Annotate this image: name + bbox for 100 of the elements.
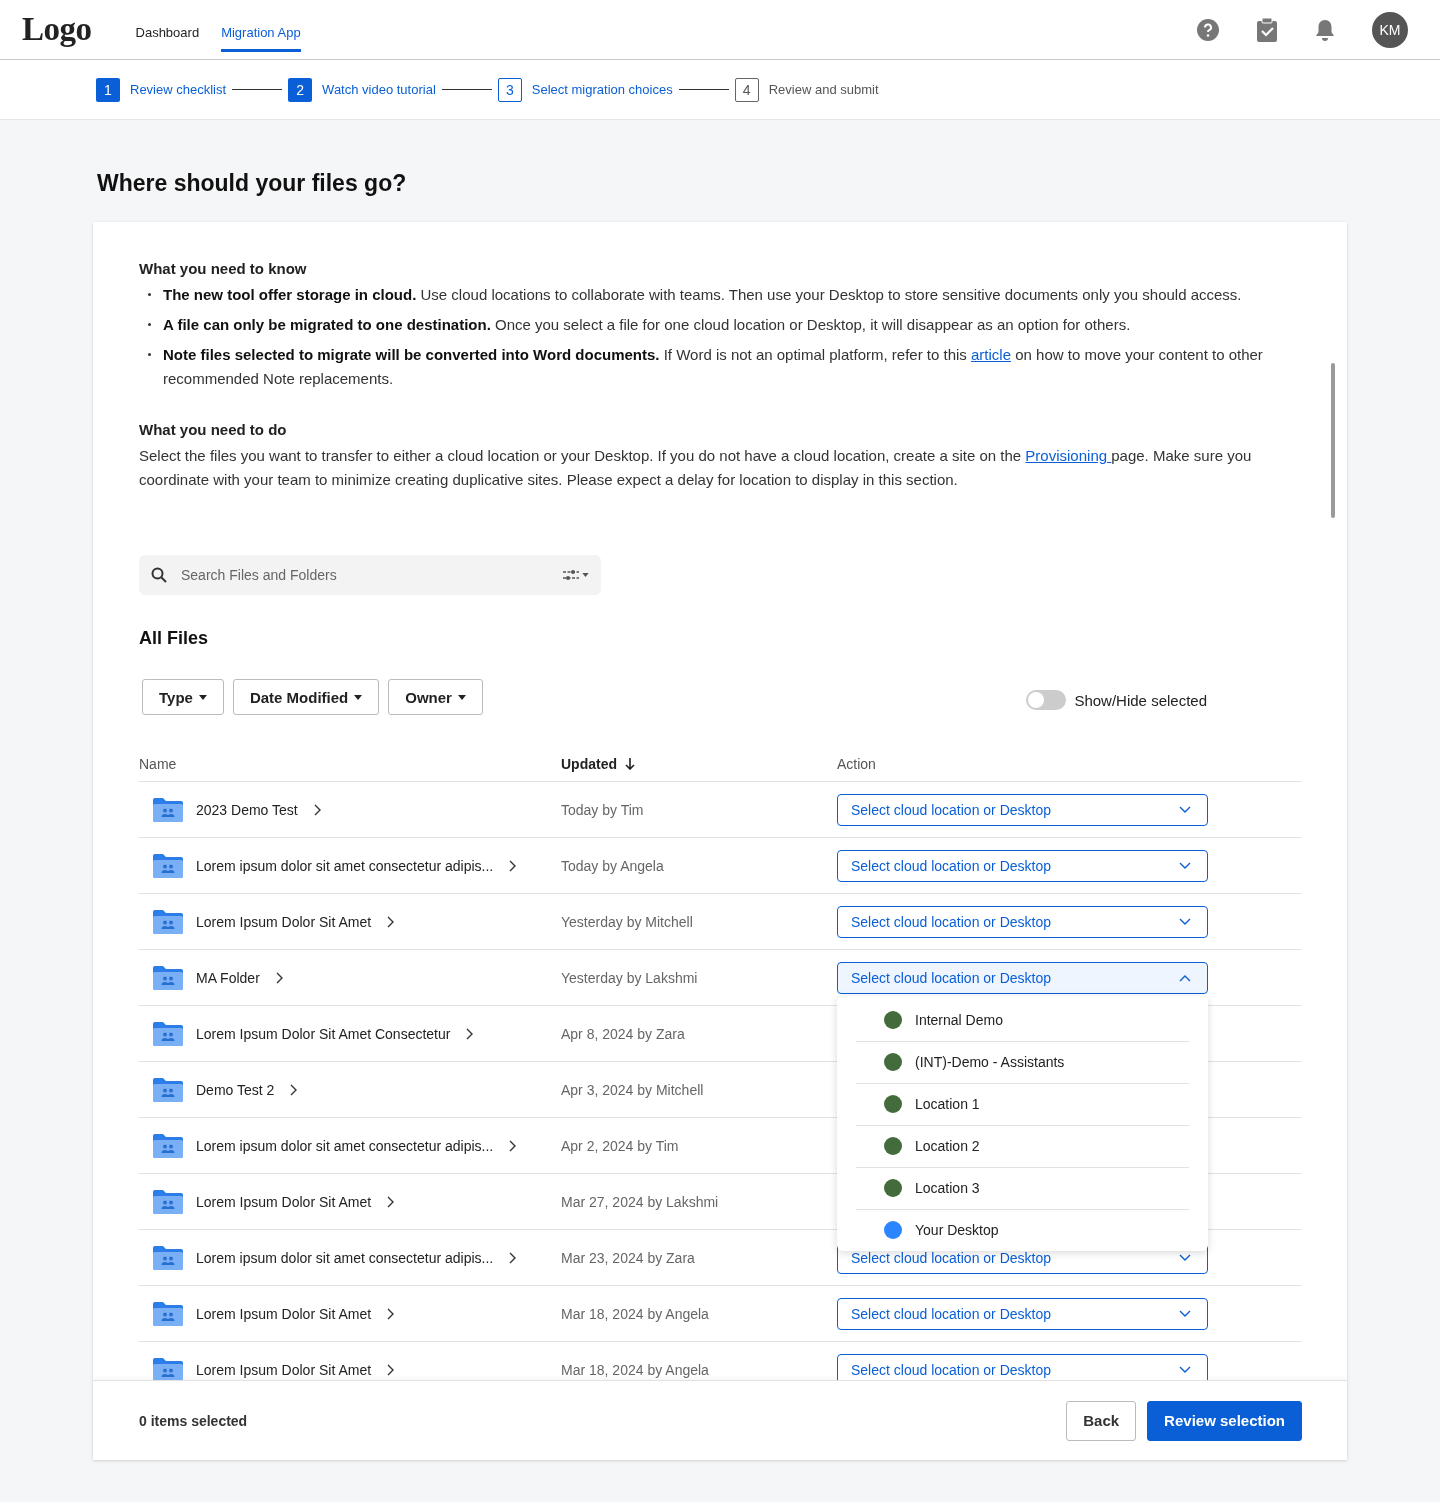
shared-folder-icon xyxy=(153,1357,183,1380)
chevron-right-icon[interactable] xyxy=(275,971,283,984)
step-number: 1 xyxy=(96,77,120,102)
location-option[interactable]: Location 3 xyxy=(856,1167,1189,1210)
folder-name[interactable]: Lorem Ipsum Dolor Sit Amet xyxy=(196,1305,372,1322)
shared-folder-icon xyxy=(153,797,183,822)
column-header: Name xyxy=(139,755,178,772)
updated-text: Yesterday by Lakshmi xyxy=(561,969,699,986)
section-title: All Files xyxy=(139,628,210,649)
location-dropdown[interactable]: Select cloud location or Desktop xyxy=(837,793,1208,826)
bullet-text: A file can only be migrated to one destination. Once you select a file for one cloud location or Desktop, it will disappear as an option for others. xyxy=(139,313,1301,337)
folder-name[interactable]: Lorem ipsum dolor sit amet consectetur adipis... xyxy=(196,1249,494,1266)
back-button[interactable]: Back xyxy=(1066,1400,1137,1441)
step-label[interactable]: Watch video tutorial xyxy=(322,82,436,97)
folder-name[interactable]: 2023 Demo Test xyxy=(196,801,298,818)
search-field[interactable]: Search Files and Folders xyxy=(139,555,601,595)
search-icon xyxy=(151,567,167,583)
location-dropdown[interactable]: Select cloud location or Desktop xyxy=(837,1297,1208,1330)
updated-text: Mar 18, 2024 by Angela xyxy=(561,1305,710,1322)
inline-link[interactable]: article xyxy=(971,346,1011,363)
logo[interactable]: Logo xyxy=(22,11,92,48)
section-heading: What you need to know xyxy=(139,260,308,277)
location-dropdown[interactable]: Select cloud location or Desktop xyxy=(837,849,1208,882)
location-option[interactable]: Location 2 xyxy=(856,1125,1189,1168)
step-label[interactable]: Review checklist xyxy=(130,82,227,97)
caret-icon xyxy=(198,694,207,700)
chevron-right-icon[interactable] xyxy=(387,915,395,928)
location-option[interactable]: Internal Demo xyxy=(856,999,1189,1042)
chevron-down-icon xyxy=(1179,917,1191,926)
folder-name[interactable]: Lorem Ipsum Dolor Sit Amet Consectetur xyxy=(196,1025,451,1042)
chevron-down-icon xyxy=(1179,805,1191,814)
chevron-right-icon[interactable] xyxy=(290,1083,298,1096)
shared-folder-icon xyxy=(153,1301,183,1326)
column-header[interactable]: Updated xyxy=(561,755,837,772)
folder-name[interactable]: Lorem Ipsum Dolor Sit Amet xyxy=(196,1193,372,1210)
caret-icon xyxy=(354,694,363,700)
search-input[interactable]: Search Files and Folders xyxy=(179,566,551,584)
nav-tab[interactable]: Dashboard xyxy=(135,17,200,52)
toggle-label: Show/Hide selected xyxy=(1074,691,1207,709)
user-avatar[interactable]: KM xyxy=(1372,11,1408,48)
updated-text: Apr 8, 2024 by Zara xyxy=(561,1025,686,1042)
step-label[interactable]: Review and submit xyxy=(768,82,879,97)
step-number: 3 xyxy=(497,77,522,102)
chevron-up-icon xyxy=(1179,973,1191,982)
updated-text: Today by Angela xyxy=(561,857,665,874)
selection-count: 0 items selected xyxy=(139,1412,248,1429)
filter-dropdown[interactable]: Owner xyxy=(388,679,483,715)
shared-folder-icon xyxy=(153,1077,183,1102)
chevron-down-icon xyxy=(1179,1253,1191,1262)
location-option[interactable]: Location 1 xyxy=(856,1083,1189,1126)
section-heading: What you need to do xyxy=(139,421,288,438)
chevron-right-icon[interactable] xyxy=(313,803,321,816)
location-dropdown[interactable]: Select cloud location or Desktop xyxy=(837,961,1208,994)
column-header: Action xyxy=(837,755,877,772)
folder-name[interactable]: Lorem Ipsum Dolor Sit Amet xyxy=(196,1361,372,1378)
caret-icon xyxy=(457,694,466,700)
nav-tab[interactable]: Migration App xyxy=(221,17,301,52)
bullet-text: The new tool offer storage in cloud. Use cloud locations to collaborate with teams. Then use your Desktop to store sensitive documents only you should access. xyxy=(139,283,1301,307)
bell-icon[interactable] xyxy=(1314,17,1336,42)
instruction-text: Select the files you want to transfer to either a cloud location or your Desktop. If you do not have a cloud location, create a site on the Provisioning page. Make sure you coordinate with your team to minimize creating duplicative sites. Please expect a delay for location to display in this section. xyxy=(139,446,1253,490)
updated-text: Mar 23, 2024 by Zara xyxy=(561,1249,696,1266)
updated-text: Yesterday by Mitchell xyxy=(561,913,694,930)
folder-name[interactable]: Lorem Ipsum Dolor Sit Amet xyxy=(196,913,372,930)
updated-text: Apr 2, 2024 by Tim xyxy=(561,1137,680,1154)
shared-folder-icon xyxy=(153,1021,183,1046)
filter-dropdown[interactable]: Date Modified xyxy=(232,679,380,715)
chevron-right-icon[interactable] xyxy=(509,1139,517,1152)
chevron-right-icon[interactable] xyxy=(387,1195,395,1208)
folder-name[interactable]: MA Folder xyxy=(196,969,260,986)
updated-text: Today by Tim xyxy=(561,801,645,818)
location-dropdown[interactable]: Select cloud location or Desktop xyxy=(837,1353,1208,1380)
shared-folder-icon xyxy=(153,1245,183,1270)
updated-text: Mar 18, 2024 by Angela xyxy=(561,1361,710,1378)
location-option[interactable]: (INT)-Demo - Assistants xyxy=(856,1041,1189,1084)
toggle-switch[interactable] xyxy=(1026,690,1067,710)
step-label[interactable]: Select migration choices xyxy=(531,82,673,97)
chevron-right-icon[interactable] xyxy=(466,1027,474,1040)
folder-name[interactable]: Lorem ipsum dolor sit amet consectetur adipis... xyxy=(196,1137,494,1154)
chevron-right-icon[interactable] xyxy=(509,1251,517,1264)
inline-link[interactable]: Provisioning xyxy=(1025,447,1112,464)
chevron-right-icon[interactable] xyxy=(387,1363,395,1376)
help-icon[interactable] xyxy=(1196,17,1220,42)
updated-text: Mar 27, 2024 by Lakshmi xyxy=(561,1193,720,1210)
step-number: 4 xyxy=(734,77,759,102)
filter-sliders-icon[interactable] xyxy=(563,570,579,580)
chevron-down-icon xyxy=(1179,861,1191,870)
chevron-right-icon[interactable] xyxy=(387,1307,395,1320)
chevron-down-icon xyxy=(1179,1365,1191,1374)
bullet-text: Note files selected to migrate will be converted into Word documents. If Word is not an optimal platform, refer to this article on how to move your content to other recommended Note replacements. xyxy=(139,343,1301,391)
review-button[interactable]: Review selection xyxy=(1147,1400,1302,1441)
filter-dropdown[interactable]: Type xyxy=(142,679,224,715)
shared-folder-icon xyxy=(153,1133,183,1158)
chevron-down-icon xyxy=(1179,1309,1191,1318)
folder-name[interactable]: Lorem ipsum dolor sit amet consectetur adipis... xyxy=(196,857,494,874)
location-dropdown[interactable]: Select cloud location or Desktop xyxy=(837,905,1208,938)
clipboard-check-icon[interactable] xyxy=(1256,17,1278,42)
scrollbar-thumb[interactable] xyxy=(1331,363,1335,518)
caret-icon[interactable] xyxy=(582,573,589,577)
chevron-right-icon[interactable] xyxy=(509,859,517,872)
folder-name[interactable]: Demo Test 2 xyxy=(196,1081,275,1098)
